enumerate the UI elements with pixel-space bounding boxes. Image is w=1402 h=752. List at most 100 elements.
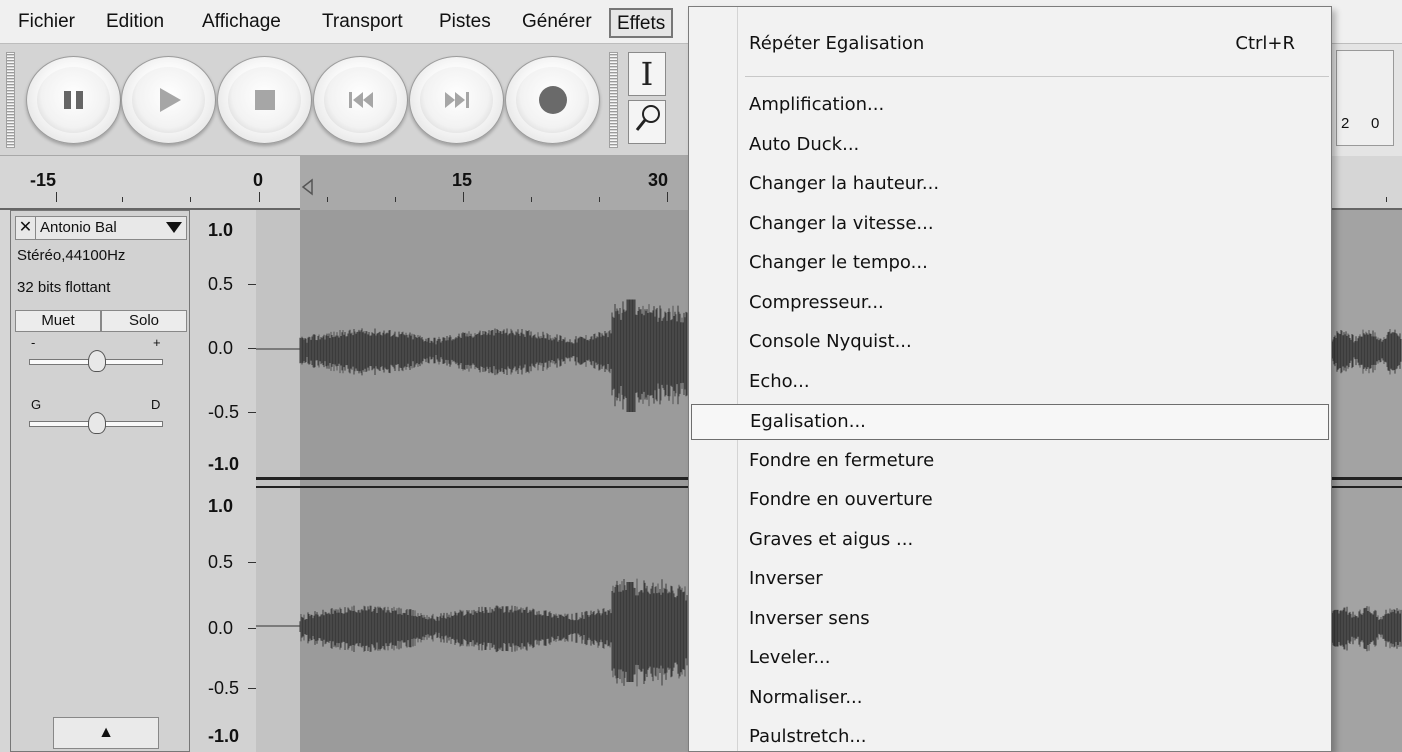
menu-item-effect[interactable]: Compresseur... (691, 286, 1329, 322)
menu-item-label: Graves et aigus ... (749, 529, 914, 550)
ruler-tick (531, 197, 532, 202)
ruler-tick (56, 192, 57, 202)
ruler-label: 30 (648, 170, 669, 190)
menu-item-repeat-egalisation[interactable]: Répéter Egalisation Ctrl+R (691, 27, 1329, 63)
meter-label: 2 (1341, 115, 1350, 132)
gain-min-label: - (31, 335, 36, 350)
scale-label: -1.0 (208, 454, 240, 474)
meter-label: 0 (1371, 115, 1380, 132)
menu-edition[interactable]: Edition (100, 8, 170, 38)
waveform-graphic (1330, 328, 1402, 652)
gain-slider-thumb[interactable] (88, 350, 106, 372)
menu-generer[interactable]: Générer (516, 8, 598, 38)
solo-button[interactable]: Solo (101, 310, 187, 332)
waveform-area[interactable] (256, 210, 688, 752)
menu-effets[interactable]: Effets (609, 8, 674, 38)
level-meter[interactable]: 2 0 (1336, 50, 1394, 146)
zoom-tool-button[interactable] (628, 100, 666, 144)
waveform-area-right[interactable] (1330, 210, 1402, 752)
play-button[interactable] (121, 56, 216, 144)
pan-slider[interactable]: G D (29, 397, 163, 437)
magnifier-icon (632, 105, 662, 143)
menu-item-effect[interactable]: Fondre en ouverture (691, 483, 1329, 519)
menu-separator (745, 76, 1329, 77)
scale-tick (248, 348, 256, 349)
menu-item-label: Paulstretch... (749, 726, 867, 747)
scale-label: 0.5 (208, 274, 234, 294)
record-button[interactable] (505, 56, 600, 144)
tools-grip-handle[interactable] (609, 52, 618, 148)
menu-item-effect[interactable]: Amplification... (691, 88, 1329, 124)
amplitude-scale[interactable]: 1.0 0.5 0.0 -0.5 -1.0 1.0 0.5 0.0 -0.5 -… (190, 210, 256, 752)
close-track-icon[interactable]: ✕ (16, 217, 36, 239)
ruler-tick (327, 197, 328, 202)
menu-item-effect[interactable]: Graves et aigus ... (691, 523, 1329, 559)
skip-end-button[interactable] (409, 56, 504, 144)
selection-tool-button[interactable]: I (628, 52, 666, 96)
scale-label: -0.5 (208, 678, 240, 698)
menu-item-effect[interactable]: Normaliser... (691, 681, 1329, 717)
scale-label: -0.5 (208, 402, 240, 422)
menu-item-label: Echo... (749, 371, 810, 392)
skip-start-button[interactable] (313, 56, 408, 144)
scale-label: -1.0 (208, 726, 240, 746)
menu-item-effect[interactable]: Paulstretch... (691, 720, 1329, 752)
pan-right-label: D (151, 397, 161, 412)
menu-item-effect[interactable]: Egalisation... (691, 404, 1329, 440)
menu-item-label: Normaliser... (749, 687, 863, 708)
channel-separator (256, 486, 688, 488)
channel-separator (1330, 486, 1402, 488)
skip-start-icon (314, 57, 407, 143)
menu-item-effect[interactable]: Leveler... (691, 641, 1329, 677)
menu-item-effect[interactable]: Inverser (691, 562, 1329, 598)
menu-pistes[interactable]: Pistes (433, 8, 497, 38)
menu-item-label: Répéter Egalisation (749, 33, 925, 54)
stop-button[interactable] (217, 56, 312, 144)
waveform-graphic (256, 299, 688, 687)
scale-label: 0.0 (208, 338, 234, 358)
menu-item-effect[interactable]: Changer la hauteur... (691, 167, 1329, 203)
menu-item-effect[interactable]: Console Nyquist... (691, 325, 1329, 361)
menu-affichage[interactable]: Affichage (196, 8, 287, 38)
track-bit-depth: 32 bits flottant (17, 279, 111, 296)
menu-fichier[interactable]: Fichier (12, 8, 81, 38)
ruler-tick (395, 197, 396, 202)
pause-button[interactable] (26, 56, 121, 144)
menu-item-effect[interactable]: Inverser sens (691, 602, 1329, 638)
scale-label: 0.5 (208, 552, 234, 572)
menu-transport[interactable]: Transport (316, 8, 409, 38)
play-head-marker-icon (301, 178, 313, 196)
ruler-tick (667, 192, 668, 202)
menu-item-label: Inverser (749, 568, 823, 589)
menu-item-effect[interactable]: Auto Duck... (691, 128, 1329, 164)
ruler-selection (300, 156, 688, 210)
menu-item-label: Auto Duck... (749, 134, 860, 155)
pan-slider-thumb[interactable] (88, 412, 106, 434)
mute-button[interactable]: Muet (15, 310, 101, 332)
menu-item-label: Console Nyquist... (749, 331, 912, 352)
scale-label: 0.0 (208, 618, 234, 638)
ruler-tick (259, 192, 260, 202)
menu-item-effect[interactable]: Fondre en fermeture (691, 444, 1329, 480)
ruler-tick (463, 192, 464, 202)
gain-max-label: + (153, 335, 161, 350)
collapse-track-button[interactable]: ▲ (53, 717, 159, 749)
ruler-tick (122, 197, 123, 202)
menu-item-effect[interactable]: Changer le tempo... (691, 246, 1329, 282)
channel-separator (256, 477, 688, 480)
pan-left-label: G (31, 397, 42, 412)
track-format: Stéréo,44100Hz (17, 247, 126, 264)
menu-item-effect[interactable]: Echo... (691, 365, 1329, 401)
track-name-menu[interactable]: ✕ Antonio Bal (15, 216, 187, 240)
menu-item-label: Amplification... (749, 94, 885, 115)
menu-item-effect[interactable]: Changer la vitesse... (691, 207, 1329, 243)
ruler-tick (1386, 197, 1387, 202)
skip-end-icon (410, 57, 503, 143)
scale-tick (248, 284, 256, 285)
pause-icon (27, 57, 120, 143)
effects-dropdown-menu: Répéter Egalisation Ctrl+R Amplification… (688, 6, 1332, 752)
toolbar-grip-handle[interactable] (6, 52, 15, 148)
menu-item-label: Changer la hauteur... (749, 173, 940, 194)
menu-item-label: Leveler... (749, 647, 831, 668)
gain-slider[interactable]: - + (29, 335, 163, 375)
